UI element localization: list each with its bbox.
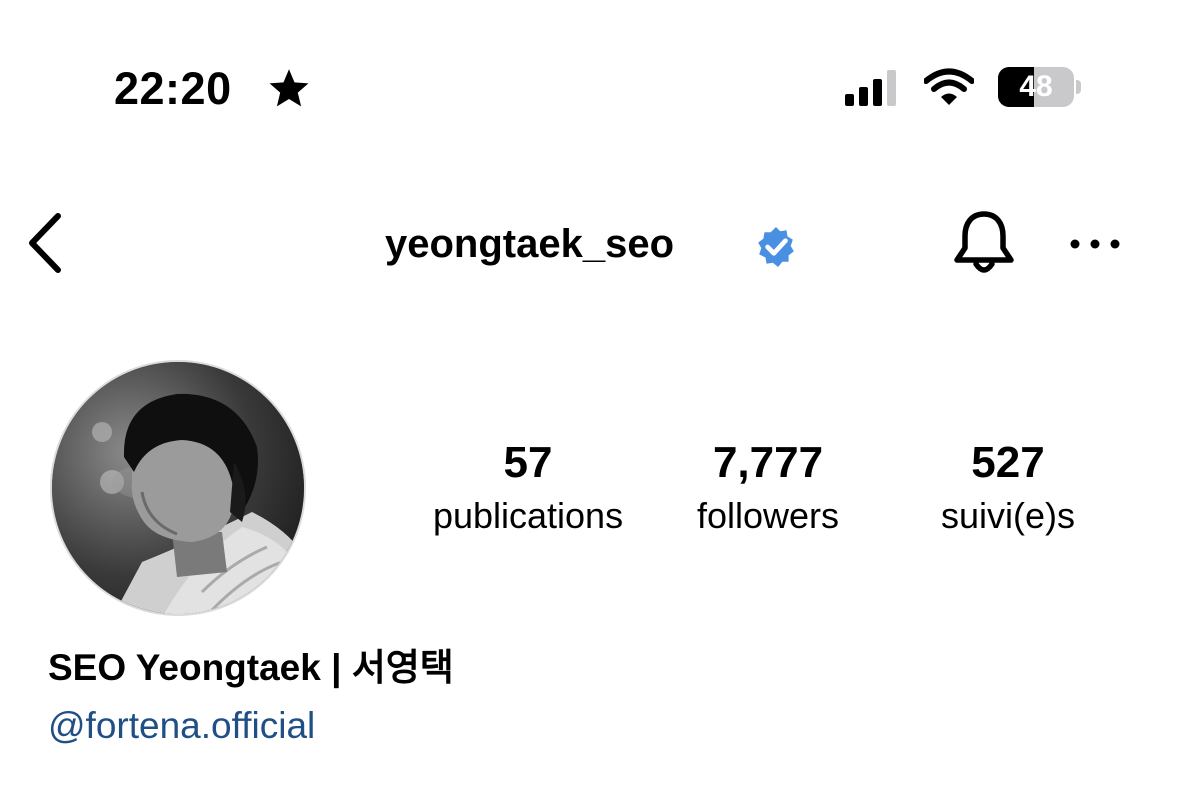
chevron-left-icon[interactable] — [22, 210, 72, 276]
wifi-icon — [924, 68, 974, 105]
battery-indicator: 48 — [998, 67, 1082, 107]
stat-value: 57 — [503, 438, 553, 487]
battery-level: 48 — [1019, 70, 1053, 103]
stat-value: 527 — [971, 438, 1045, 487]
profile-username: yeongtaek_seo — [385, 222, 675, 266]
battery-tip — [1076, 80, 1081, 94]
stat-value: 7,777 — [712, 438, 824, 487]
stat-label: publications — [432, 495, 624, 536]
bell-icon[interactable] — [950, 208, 1018, 278]
mention-link[interactable]: @fortena.official — [48, 702, 315, 750]
cellular-signal-icon — [845, 70, 896, 106]
stat-followers[interactable]: 7,777 followers — [648, 438, 888, 539]
profile-photo — [52, 362, 304, 614]
stat-publications[interactable]: 57 publications — [408, 438, 648, 539]
stat-following[interactable]: 527 suivi(e)s — [888, 438, 1128, 539]
status-time: 22:20 — [114, 63, 232, 114]
stat-label: followers — [696, 495, 840, 536]
star-icon — [269, 69, 309, 107]
more-horizontal-icon[interactable] — [1068, 232, 1122, 256]
profile-display-name: SEO Yeongtaek | 서영택 — [48, 647, 454, 688]
profile-avatar[interactable] — [50, 360, 306, 616]
stat-label: suivi(e)s — [940, 495, 1075, 536]
verified-badge-icon — [758, 227, 794, 267]
